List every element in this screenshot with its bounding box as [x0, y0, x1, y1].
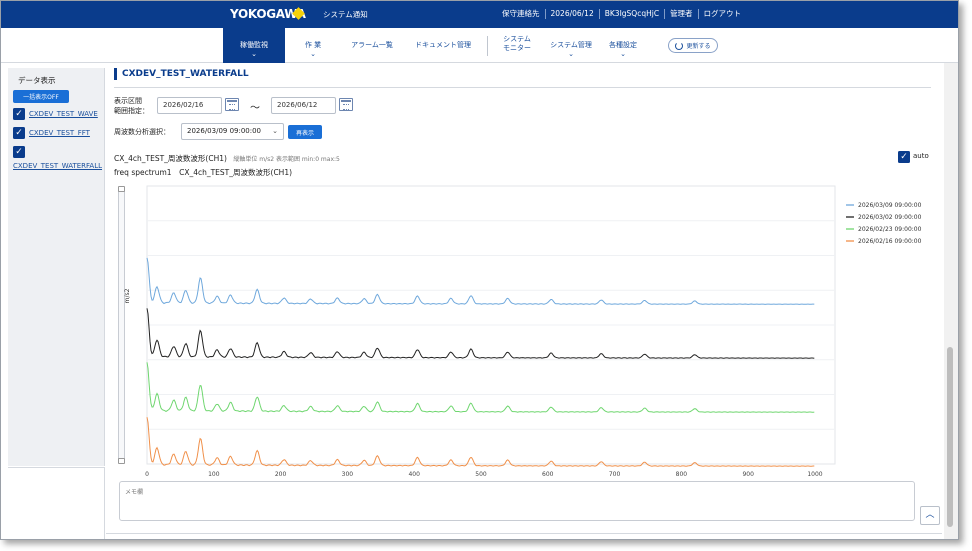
chart-subheading: freq spectrum1 CX_4ch_TEST_周波数波形(CH1) — [114, 168, 293, 177]
date-to-input[interactable]: 2026/06/12 — [271, 97, 336, 114]
nav-document-management[interactable]: ドキュメント管理 — [409, 28, 477, 63]
x-tick-label: 200 — [275, 471, 287, 478]
auto-label: auto — [913, 152, 929, 160]
x-tick-label: 500 — [475, 471, 487, 478]
x-tick-label: 400 — [408, 471, 420, 478]
series-line — [146, 417, 815, 467]
calendar-icon[interactable] — [339, 98, 353, 111]
checkbox-waterfall[interactable]: ✓ — [13, 146, 25, 158]
nav-label: ドキュメント管理 — [415, 41, 471, 49]
x-tick-label: 700 — [609, 471, 621, 478]
x-tick-label: 100 — [208, 471, 220, 478]
nav-label: システム管理 — [550, 41, 592, 49]
nav-label: システム モニター — [503, 35, 531, 52]
refresh-label: 更新する — [686, 43, 711, 50]
legend-label: 2026/03/09 09:00:00 — [858, 202, 922, 209]
chart-heading-text: CX_4ch_TEST_周波数波形(CH1) — [114, 154, 227, 163]
nav-alarm-list[interactable]: アラーム一覧 — [344, 28, 400, 63]
chevron-down-icon: ⌄ — [310, 50, 316, 58]
x-tick-label: 600 — [542, 471, 554, 478]
series-line — [146, 308, 815, 359]
chevron-down-icon: ⌄ — [568, 50, 574, 58]
chart-heading: CX_4ch_TEST_周波数波形(CH1) 縦軸単位 m/s2 表示範囲 mi… — [114, 153, 340, 164]
scrollbar-thumb[interactable] — [947, 347, 953, 527]
chevron-down-icon: ⌄ — [272, 127, 278, 135]
series-line — [146, 362, 815, 413]
nav-work[interactable]: 作 業 ⌄ — [293, 28, 333, 63]
bulk-display-off-button[interactable]: 一括表示OFF — [13, 90, 69, 103]
maintenance-contact-link[interactable]: 保守連絡先 — [497, 9, 545, 19]
main-panel: CXDEV_TEST_WATERFALL 表示区間 範囲指定： 2026/02/… — [106, 63, 942, 539]
y-axis-label: m/s2 — [124, 288, 131, 303]
legend-label: 2026/02/23 09:00:00 — [858, 226, 922, 233]
user-id: BK3IgSQcqHjC — [598, 9, 664, 19]
user-role: 管理者 — [664, 9, 698, 19]
divider — [114, 87, 931, 88]
top-bar: YOKOGAWA システム通知 保守連絡先 2026/06/12 BK3IgSQ… — [1, 1, 958, 28]
freq-analysis-select[interactable]: 2026/03/09 09:00:00 ⌄ — [181, 123, 284, 140]
memo-field[interactable]: メモ欄 — [119, 481, 915, 521]
legend-label: 2026/02/16 09:00:00 — [858, 238, 922, 245]
app-window: YOKOGAWA システム通知 保守連絡先 2026/06/12 BK3IgSQ… — [0, 0, 959, 540]
sidebar-lower — [8, 467, 105, 539]
range-label: 表示区間 範囲指定： — [114, 97, 149, 115]
sidebar: データ表示 一括表示OFF ✓ CXDEV_TEST_WAVE ✓ CXDEV_… — [8, 68, 105, 466]
waterfall-chart: m/s201002003004005006007008009001000Hz20… — [124, 185, 922, 478]
page-scrollbar[interactable] — [944, 63, 958, 539]
calendar-icon[interactable] — [225, 98, 239, 111]
nav-operation-monitoring[interactable]: 稼働監視 ⌄ — [223, 28, 285, 63]
refresh-icon — [675, 41, 684, 50]
sidebar-link-wave[interactable]: CXDEV_TEST_WAVE — [29, 110, 98, 118]
series-line — [146, 257, 815, 305]
chart-meta: 縦軸単位 m/s2 表示範囲 min:0 max:5 — [233, 156, 340, 163]
chevron-down-icon: ⌄ — [251, 50, 257, 58]
panel-title: CXDEV_TEST_WATERFALL — [114, 68, 249, 80]
x-tick-label: 300 — [342, 471, 354, 478]
checkbox-wave[interactable]: ✓ — [13, 108, 25, 120]
checkbox-fft[interactable]: ✓ — [13, 127, 25, 139]
x-tick-label: 800 — [676, 471, 688, 478]
current-date: 2026/06/12 — [544, 9, 599, 19]
refresh-button[interactable]: 更新する — [668, 38, 718, 53]
freq-analysis-value: 2026/03/09 09:00:00 — [187, 127, 262, 135]
system-notice-link[interactable]: システム通知 — [323, 9, 368, 20]
auto-checkbox[interactable]: ✓ — [898, 151, 910, 163]
legend-label: 2026/03/02 09:00:00 — [858, 214, 922, 221]
freq-analysis-label: 周波数分析選択： — [114, 128, 170, 136]
nav-settings[interactable]: 各種設定 ⌄ — [603, 28, 643, 63]
main-bottom-rule — [106, 533, 942, 534]
nav-label: 作 業 — [304, 41, 322, 49]
date-from-input[interactable]: 2026/02/16 — [157, 97, 222, 114]
redisplay-button[interactable]: 再表示 — [288, 125, 322, 139]
x-tick-label: 900 — [742, 471, 754, 478]
nav-system-monitor[interactable]: システム モニター — [495, 28, 539, 63]
sidebar-link-fft[interactable]: CXDEV_TEST_FFT — [29, 129, 90, 137]
sidebar-link-waterfall[interactable]: CXDEV_TEST_WATERFALL — [13, 162, 102, 170]
sidebar-title: データ表示 — [18, 76, 56, 85]
header-right-menu: 保守連絡先 2026/06/12 BK3IgSQcqHjC 管理者 ログアウト — [497, 9, 746, 19]
scroll-top-button[interactable]: ︿ — [920, 506, 940, 525]
x-tick-label: 0 — [145, 471, 149, 478]
main-nav: 稼働監視 ⌄ 作 業 ⌄ アラーム一覧 ドキュメント管理 システム モニター シ… — [1, 28, 958, 63]
nav-label: 稼働監視 — [240, 41, 268, 49]
nav-system-management[interactable]: システム管理 ⌄ — [544, 28, 598, 63]
nav-label: アラーム一覧 — [351, 41, 393, 49]
nav-divider — [487, 36, 488, 56]
range-tilde: 〜 — [250, 103, 260, 114]
nav-label: 各種設定 — [609, 41, 637, 49]
x-tick-label: 1000 — [807, 471, 822, 478]
logout-link[interactable]: ログアウト — [697, 9, 747, 19]
chevron-down-icon: ⌄ — [620, 50, 626, 58]
